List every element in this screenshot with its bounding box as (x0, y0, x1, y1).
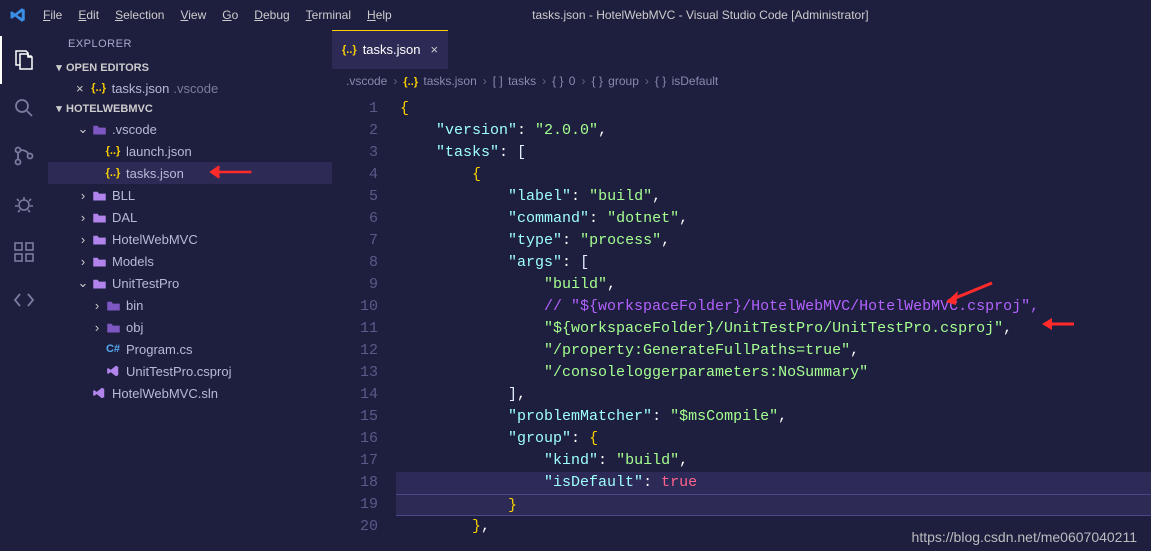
line-numbers: 1234567891011121314151617181920 (332, 94, 396, 551)
folder-icon (90, 277, 108, 290)
tree-item-obj[interactable]: ›obj (48, 316, 332, 338)
workspace-section[interactable]: ▾ HOTELWEBMVC (48, 99, 332, 118)
code-editor[interactable]: 1234567891011121314151617181920 { "versi… (332, 94, 1151, 551)
main-menu: FileEditSelectionViewGoDebugTerminalHelp (35, 2, 400, 28)
tab-tasks-json[interactable]: {..} tasks.json × (332, 30, 448, 68)
json-file-icon: {..} (90, 82, 108, 94)
breadcrumb-item[interactable]: { } 0 (552, 74, 575, 89)
json-file-icon: {..} (104, 167, 122, 179)
folder-icon (104, 321, 122, 334)
sidebar: EXPLORER ▾ OPEN EDITORS × {..} tasks.jso… (48, 30, 332, 551)
menu-selection[interactable]: Selection (107, 2, 172, 28)
tree-item-program-cs[interactable]: C#Program.cs (48, 338, 332, 360)
menu-view[interactable]: View (172, 2, 214, 28)
code-content[interactable]: { "version": "2.0.0", "tasks": [ { "labe… (396, 94, 1151, 551)
folder-icon (104, 299, 122, 312)
breadcrumb-item[interactable]: { } group (591, 74, 638, 89)
titlebar: FileEditSelectionViewGoDebugTerminalHelp… (0, 0, 1151, 30)
folder-icon (90, 123, 108, 136)
vs-file-icon (104, 364, 122, 378)
menu-help[interactable]: Help (359, 2, 400, 28)
tree-item-launch-json[interactable]: {..}launch.json (48, 140, 332, 162)
close-icon[interactable]: × (76, 81, 84, 96)
tab-label: tasks.json (363, 42, 421, 57)
tree-item--vscode[interactable]: ⌄.vscode (48, 118, 332, 140)
tree-item-bin[interactable]: ›bin (48, 294, 332, 316)
open-editor-item[interactable]: × {..} tasks.json .vscode (48, 77, 332, 99)
tree-item-bll[interactable]: ›BLL (48, 184, 332, 206)
editor-tabs: {..} tasks.json × (332, 30, 1151, 68)
breadcrumb[interactable]: .vscode›{..} tasks.json›[ ] tasks›{ } 0›… (332, 68, 1151, 94)
tree-item-unittestpro[interactable]: ⌄UnitTestPro (48, 272, 332, 294)
breadcrumb-item[interactable]: { } isDefault (655, 74, 718, 89)
activity-bar (0, 30, 48, 551)
tree-item-models[interactable]: ›Models (48, 250, 332, 272)
folder-icon (90, 233, 108, 246)
window-title: tasks.json - HotelWebMVC - Visual Studio… (532, 8, 868, 22)
breadcrumb-item[interactable]: {..} tasks.json (403, 74, 476, 88)
vs-file-icon (90, 386, 108, 400)
tree-item-dal[interactable]: ›DAL (48, 206, 332, 228)
search-icon[interactable] (0, 84, 48, 132)
watermark-text: https://blog.csdn.net/me0607040211 (912, 529, 1137, 545)
source-control-icon[interactable] (0, 132, 48, 180)
folder-icon (90, 255, 108, 268)
menu-edit[interactable]: Edit (70, 2, 107, 28)
tree-item-tasks-json[interactable]: {..}tasks.json (48, 162, 332, 184)
vscode-logo-icon (0, 6, 35, 24)
open-editors-section[interactable]: ▾ OPEN EDITORS (48, 58, 332, 77)
tree-item-hotelwebmvc[interactable]: ›HotelWebMVC (48, 228, 332, 250)
folder-icon (90, 211, 108, 224)
breadcrumb-item[interactable]: .vscode (346, 74, 387, 88)
menu-file[interactable]: File (35, 2, 70, 28)
red-arrow-icon (204, 164, 254, 183)
menu-debug[interactable]: Debug (246, 2, 297, 28)
close-icon[interactable]: × (431, 42, 439, 57)
remote-icon[interactable] (0, 276, 48, 324)
menu-go[interactable]: Go (214, 2, 246, 28)
json-file-icon: {..} (342, 44, 357, 56)
chevron-down-icon: ▾ (52, 102, 66, 115)
explorer-icon[interactable] (0, 36, 48, 84)
folder-icon (90, 189, 108, 202)
debug-icon[interactable] (0, 180, 48, 228)
sidebar-title: EXPLORER (48, 30, 332, 58)
tree-item-hotelwebmvc-sln[interactable]: HotelWebMVC.sln (48, 382, 332, 404)
editor-area: {..} tasks.json × .vscode›{..} tasks.jso… (332, 30, 1151, 551)
chevron-down-icon: ▾ (52, 61, 66, 74)
file-tree: ⌄.vscode{..}launch.json{..}tasks.json›BL… (48, 118, 332, 551)
json-file-icon: {..} (104, 145, 122, 157)
csharp-file-icon: C# (104, 343, 122, 355)
extensions-icon[interactable] (0, 228, 48, 276)
breadcrumb-item[interactable]: [ ] tasks (493, 74, 536, 89)
menu-terminal[interactable]: Terminal (298, 2, 359, 28)
tree-item-unittestpro-csproj[interactable]: UnitTestPro.csproj (48, 360, 332, 382)
